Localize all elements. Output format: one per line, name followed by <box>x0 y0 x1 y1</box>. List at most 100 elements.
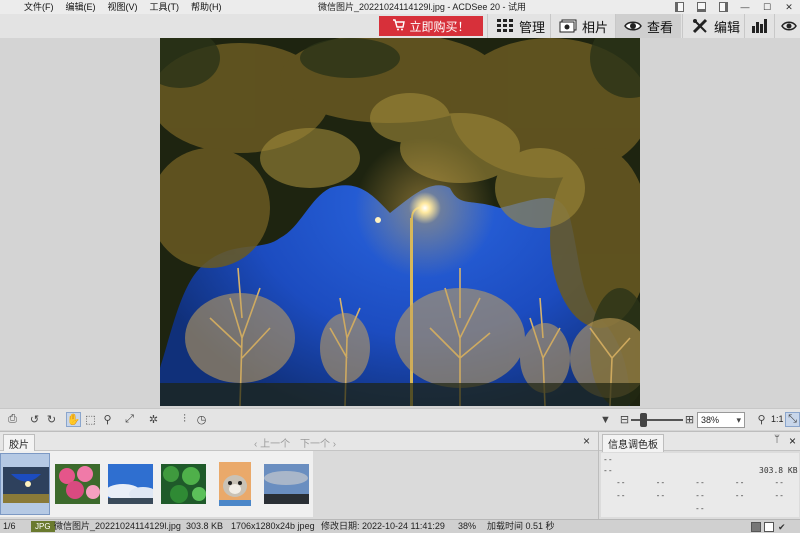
info-cell: -- <box>774 478 784 487</box>
info-cell: -- <box>734 478 745 487</box>
info-palette-body: -- -- 303.8 KB -- -- -- -- -- -- -- -- -… <box>601 453 799 517</box>
check-icon[interactable]: ✔ <box>778 522 790 532</box>
slash-icon[interactable] <box>764 522 774 532</box>
close-button[interactable]: ✕ <box>778 0 800 14</box>
zoom-slider-track[interactable] <box>631 419 683 421</box>
maximize-button[interactable]: ☐ <box>756 0 778 14</box>
info-filesize: 303.8 KB <box>759 466 798 475</box>
title-bar: 文件(F) 编辑(E) 视图(V) 工具(T) 帮助(H) 微信图片_20221… <box>0 0 800 14</box>
previous-button[interactable]: ‹ 上一个 <box>254 435 290 450</box>
filmstrip-tab[interactable]: 胶片 <box>3 434 35 452</box>
eye-cloud-icon <box>780 17 798 35</box>
minimize-button[interactable]: — <box>734 0 756 14</box>
rotate-right-icon[interactable]: ↻ <box>44 412 59 427</box>
mode-manage-button[interactable]: 管理 <box>487 14 553 38</box>
info-grid-row: -- -- -- -- -- <box>601 491 799 500</box>
cart-icon <box>392 18 406 34</box>
menu-help[interactable]: 帮助(H) <box>185 0 228 14</box>
fit-image-icon[interactable]: ⤡ <box>785 412 800 427</box>
status-load-time: 加载时间 0.51 秒 <box>487 521 555 531</box>
info-palette-header: 信息调色板 ᛘ × <box>599 432 800 452</box>
thumbnail[interactable] <box>108 464 153 504</box>
color-square-icon[interactable] <box>751 522 761 532</box>
status-dimensions: 1706x1280x24b jpeg <box>231 521 315 531</box>
mode-view-button[interactable]: 查看 <box>615 14 682 38</box>
settings-icon[interactable]: ✲ <box>146 412 161 427</box>
grid-icon <box>496 17 514 35</box>
thumbnail[interactable] <box>219 462 251 506</box>
mode-bar: 立即购买！ 管理 相片 查看 编辑 <box>0 14 800 38</box>
zoom-slider-handle[interactable] <box>640 413 647 427</box>
info-line: -- <box>603 455 613 464</box>
thumbnail[interactable] <box>55 464 100 504</box>
next-label: 下一个 <box>300 439 330 450</box>
status-modified-date: 修改日期: 2022-10-24 11:41:29 <box>321 521 445 531</box>
info-palette: 信息调色板 ᛘ × -- -- 303.8 KB -- -- -- -- -- … <box>598 431 800 519</box>
menu-tools[interactable]: 工具(T) <box>144 0 186 14</box>
select-tool-icon[interactable]: ⬚ <box>83 412 98 427</box>
photos-icon <box>559 17 577 35</box>
info-grid-row: -- -- -- -- -- <box>601 478 799 487</box>
eye-icon <box>624 17 642 35</box>
thumbnail-strip <box>0 451 313 517</box>
zoom-in-icon[interactable]: ⊞ <box>682 412 697 427</box>
info-cell: -- <box>695 478 705 487</box>
info-cell: -- <box>655 491 666 500</box>
info-cell: -- <box>615 491 626 500</box>
clock-icon[interactable]: ◷ <box>194 412 209 427</box>
menu-edit[interactable]: 编辑(E) <box>60 0 102 14</box>
info-line: -- <box>603 466 613 475</box>
info-cell: -- <box>734 491 745 500</box>
mode-edit-button[interactable]: 编辑 <box>682 14 748 38</box>
magnifier-icon[interactable]: ⚲ <box>754 412 769 427</box>
filmstrip-close-button[interactable]: × <box>583 434 590 448</box>
print-icon[interactable]: ⎙ <box>5 412 20 427</box>
layout-left-icon[interactable] <box>668 0 690 14</box>
mode-photos-button[interactable]: 相片 <box>550 14 616 38</box>
bar-chart-icon <box>751 17 769 35</box>
viewer-toolbar: ⎙ ↺ ↻ ✋ ⬚ ⚲ ⤢ ✲ ⫶ ◷ ▼ ⊟ ⊞ 38% ⚲ 1:1 ⤡ <box>0 408 800 430</box>
image-viewer[interactable] <box>0 38 800 408</box>
thumbnail[interactable] <box>0 453 50 515</box>
info-palette-close-button[interactable]: × <box>789 434 796 448</box>
window-controls: — ☐ ✕ <box>668 0 800 14</box>
thumbnail[interactable] <box>264 464 309 504</box>
layout-bottom-icon[interactable] <box>690 0 712 14</box>
format-badge: JPG <box>31 521 55 532</box>
zoom-select[interactable]: 38% <box>697 412 745 428</box>
menu-view[interactable]: 视图(V) <box>102 0 144 14</box>
previous-label: 上一个 <box>260 439 291 450</box>
info-cell: -- <box>695 491 705 500</box>
mode-365-button[interactable] <box>774 14 800 38</box>
fit-screen-icon[interactable]: ⤢ <box>122 412 137 427</box>
status-bar: 1/6 JPG 微信图片_20221024114129l.jpg 303.8 K… <box>0 519 800 533</box>
edit-tools-icon <box>691 17 709 35</box>
info-cell: -- <box>655 478 666 487</box>
window-title: 微信图片_20221024114129l.jpg - ACDSee 20 - 试… <box>318 2 526 12</box>
next-button[interactable]: 下一个 › <box>300 435 336 450</box>
buy-now-button[interactable]: 立即购买！ <box>379 16 483 36</box>
info-cell: -- <box>615 478 626 487</box>
hand-tool-icon[interactable]: ✋ <box>66 412 81 427</box>
info-line: -- <box>695 504 705 513</box>
mode-manage-label: 管理 <box>519 19 546 35</box>
adjust-icon[interactable]: ⫶ <box>177 412 192 427</box>
pin-icon[interactable]: ᛘ <box>774 434 780 445</box>
mode-view-label: 查看 <box>647 19 674 35</box>
menu-bar: 文件(F) 编辑(E) 视图(V) 工具(T) 帮助(H) <box>0 0 228 14</box>
status-filename: 微信图片_20221024114129l.jpg <box>54 521 181 531</box>
menu-file[interactable]: 文件(F) <box>0 0 60 14</box>
info-palette-tab[interactable]: 信息调色板 <box>602 434 664 452</box>
zoom-tool-icon[interactable]: ⚲ <box>100 412 115 427</box>
rotate-left-icon[interactable]: ↺ <box>27 412 42 427</box>
thumbnail[interactable] <box>161 464 206 504</box>
actual-size-label[interactable]: 1:1 <box>771 414 784 424</box>
zoom-out-icon[interactable]: ⊟ <box>617 412 632 427</box>
buy-now-label: 立即购买！ <box>409 19 470 34</box>
mode-dashboard-button[interactable] <box>744 14 775 38</box>
layout-right-icon[interactable] <box>712 0 734 14</box>
down-arrow-icon[interactable]: ▼ <box>598 412 613 427</box>
filmstrip-header: 胶片 ‹ 上一个 下一个 › × <box>0 432 598 452</box>
viewed-photo <box>160 38 640 406</box>
mode-edit-label: 编辑 <box>714 19 741 35</box>
